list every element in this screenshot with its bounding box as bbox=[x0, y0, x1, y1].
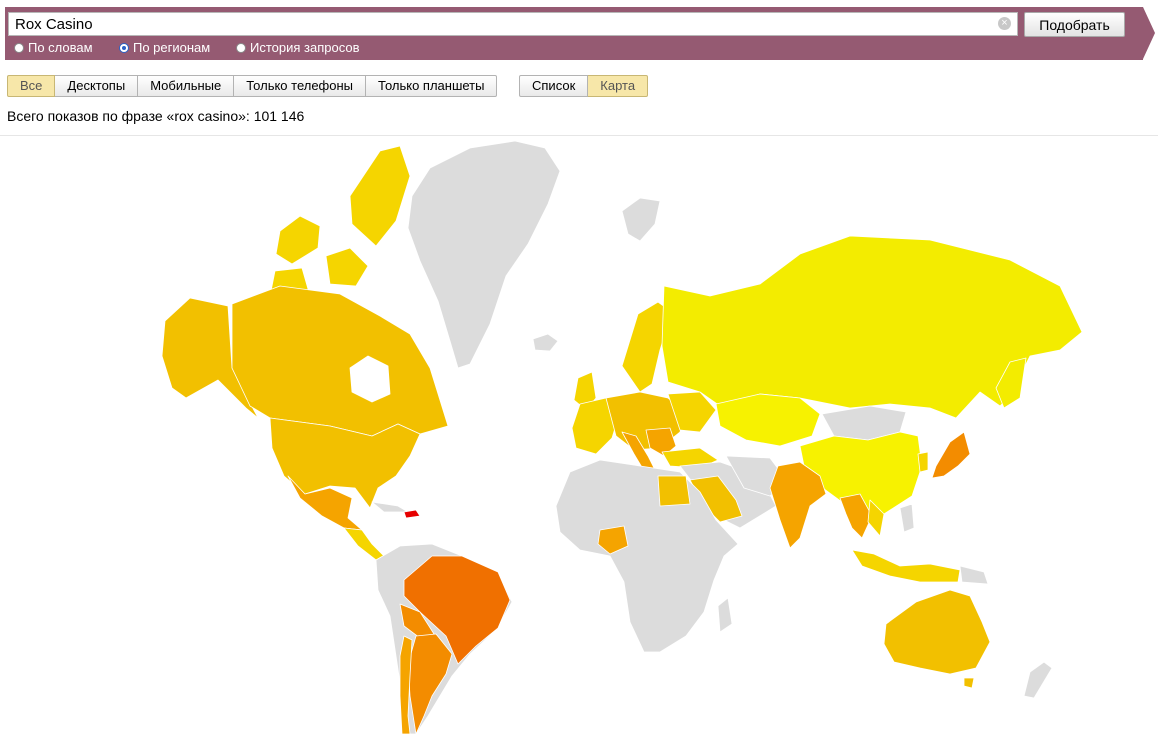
radio-label: История запросов bbox=[250, 40, 360, 55]
region-egypt[interactable] bbox=[657, 475, 691, 507]
radio-dot[interactable] bbox=[14, 42, 24, 53]
region-dominican-republic[interactable] bbox=[403, 509, 421, 519]
region-korea[interactable] bbox=[917, 451, 929, 473]
region-canada-arctic[interactable] bbox=[325, 247, 369, 287]
total-impressions: Всего показов по фразе «rox casino»: 101… bbox=[7, 108, 305, 124]
region-japan[interactable] bbox=[931, 431, 971, 479]
radio-by-regions[interactable]: По регионам bbox=[119, 40, 210, 55]
region-svalbard[interactable] bbox=[621, 197, 661, 242]
device-mobile-button[interactable]: Мобильные bbox=[138, 75, 235, 97]
region-philippines[interactable] bbox=[899, 503, 915, 533]
search-panel-arrow bbox=[1143, 7, 1155, 59]
radio-history[interactable]: История запросов bbox=[236, 40, 360, 55]
device-filter: Все Десктопы Мобильные Только телефоны Т… bbox=[7, 75, 498, 97]
search-input[interactable] bbox=[9, 13, 994, 35]
radio-label: По словам bbox=[28, 40, 93, 55]
region-new-zealand[interactable] bbox=[1023, 661, 1053, 699]
radio-dot-selected[interactable] bbox=[119, 42, 129, 53]
clear-icon[interactable]: × bbox=[998, 17, 1011, 30]
search-field[interactable]: × bbox=[8, 12, 1018, 36]
region-madagascar[interactable] bbox=[717, 597, 733, 633]
view-list-button[interactable]: Список bbox=[519, 75, 589, 97]
radio-by-words[interactable]: По словам bbox=[14, 40, 93, 55]
view-map-button[interactable]: Карта bbox=[588, 75, 649, 97]
region-canada-arctic[interactable] bbox=[275, 215, 321, 265]
region-australia[interactable] bbox=[883, 589, 991, 675]
device-all-button[interactable]: Все bbox=[7, 75, 56, 97]
region-kazakhstan[interactable] bbox=[715, 393, 821, 447]
region-greenland[interactable] bbox=[407, 140, 561, 369]
device-phones-button[interactable]: Только телефоны bbox=[234, 75, 367, 97]
view-toggle: Список Карта bbox=[519, 75, 649, 97]
region-canada-arctic[interactable] bbox=[349, 145, 411, 247]
region-iceland[interactable] bbox=[532, 333, 559, 352]
radio-dot[interactable] bbox=[236, 42, 246, 53]
region-cuba[interactable] bbox=[371, 501, 409, 513]
world-map bbox=[161, 140, 1083, 735]
region-indonesia[interactable] bbox=[851, 549, 961, 583]
region-tasmania[interactable] bbox=[963, 677, 975, 689]
radio-label: По регионам bbox=[133, 40, 211, 55]
region-papua-new-guinea[interactable] bbox=[959, 565, 989, 585]
submit-button[interactable]: Подобрать bbox=[1024, 12, 1125, 37]
device-desktop-button[interactable]: Десктопы bbox=[55, 75, 139, 97]
device-tablets-button[interactable]: Только планшеты bbox=[366, 75, 498, 97]
region-central-america[interactable] bbox=[343, 527, 385, 561]
region-india[interactable] bbox=[769, 461, 827, 549]
region-canada[interactable] bbox=[231, 285, 449, 437]
